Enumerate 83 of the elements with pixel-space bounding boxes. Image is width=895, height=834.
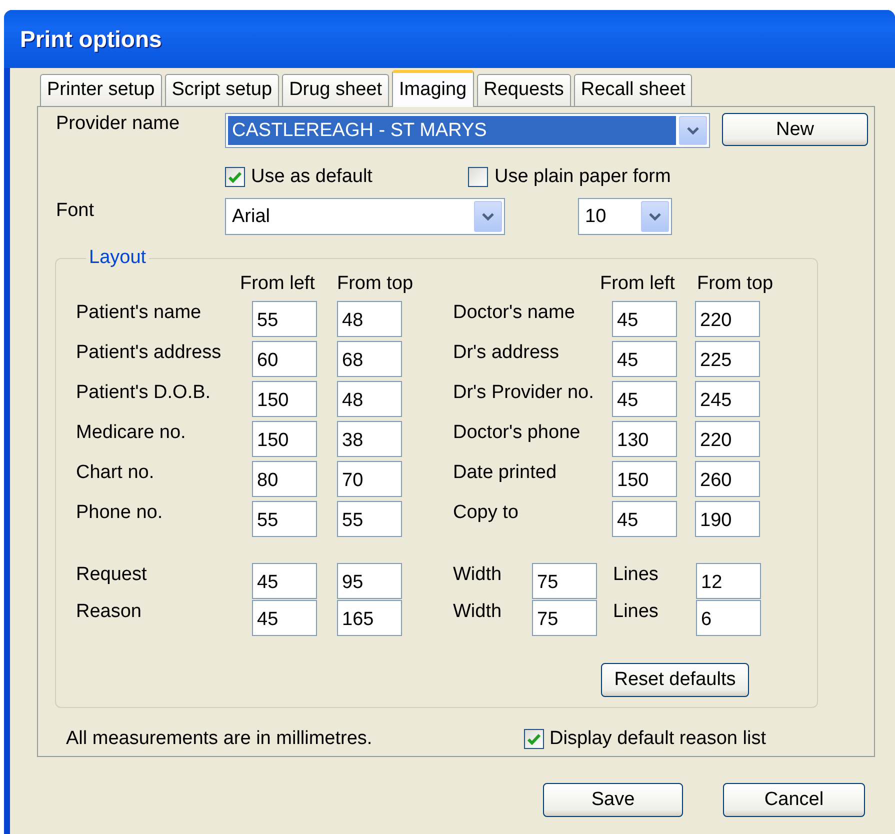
number-field[interactable]: 45 xyxy=(612,381,677,417)
number-field[interactable]: 150 xyxy=(252,421,317,457)
number-field[interactable]: 45 xyxy=(252,600,317,636)
field-label: Doctor's phone xyxy=(453,421,582,444)
field-label: Provider name xyxy=(56,113,181,135)
field-label: Doctor's name xyxy=(453,301,576,324)
number-field[interactable]: 75 xyxy=(532,563,597,599)
field-label: Width xyxy=(453,563,503,586)
number-field[interactable]: 45 xyxy=(612,301,677,337)
field-label: Request xyxy=(76,563,148,586)
number-field[interactable]: 55 xyxy=(337,501,402,537)
provider-dropdown[interactable]: CASTLEREAGH - ST MARYS xyxy=(225,113,710,148)
field-label: Reason xyxy=(76,600,142,623)
number-field[interactable]: 220 xyxy=(695,301,760,337)
tab[interactable]: Printer setup xyxy=(40,74,162,106)
reset-defaults-button[interactable]: Reset defaults xyxy=(601,663,749,697)
number-field[interactable]: 60 xyxy=(252,341,317,377)
checkbox-label: Use as default xyxy=(251,166,372,188)
check-icon xyxy=(526,732,540,746)
checkbox-label: Display default reason list xyxy=(550,728,766,750)
number-field[interactable]: 150 xyxy=(252,381,317,417)
note-text: All measurements are in millimetres. xyxy=(66,728,372,750)
field-label: Chart no. xyxy=(76,461,156,484)
column-header: From top xyxy=(337,273,414,296)
field-label: Dr's address xyxy=(453,341,560,364)
tab[interactable]: Script setup xyxy=(164,74,280,106)
chevron-down-icon xyxy=(686,126,700,136)
field-label: Date printed xyxy=(453,461,558,484)
save-button[interactable]: Save xyxy=(543,783,683,817)
number-field[interactable]: 165 xyxy=(337,600,402,636)
chevron-down-icon xyxy=(648,212,662,222)
number-field[interactable]: 225 xyxy=(695,341,760,377)
field-label: Width xyxy=(453,600,503,623)
column-header: From left xyxy=(240,273,316,296)
new-button[interactable]: New xyxy=(722,113,868,146)
tab[interactable]: Requests xyxy=(476,74,571,106)
field-label: Medicare no. xyxy=(76,421,187,444)
number-field[interactable]: 55 xyxy=(252,301,317,337)
field-label: Patient's name xyxy=(76,301,202,324)
number-field[interactable]: 12 xyxy=(696,563,761,599)
field-label: Patient's address xyxy=(76,341,222,364)
checkbox-label: Use plain paper form xyxy=(494,166,671,188)
font-dropdown[interactable]: Arial xyxy=(225,198,505,235)
checkbox[interactable] xyxy=(468,167,488,187)
check-icon xyxy=(228,170,242,184)
cancel-button[interactable]: Cancel xyxy=(723,783,865,817)
tab[interactable]: Imaging xyxy=(392,70,474,107)
number-field[interactable]: 55 xyxy=(252,501,317,537)
number-field[interactable]: 48 xyxy=(337,301,402,337)
column-header: From left xyxy=(600,273,676,296)
checkbox[interactable] xyxy=(524,729,544,749)
number-field[interactable]: 80 xyxy=(252,461,317,497)
window-title: Print options xyxy=(20,26,162,52)
number-field[interactable]: 245 xyxy=(695,381,760,417)
number-field[interactable]: 190 xyxy=(695,501,760,537)
number-field[interactable]: 220 xyxy=(695,421,760,457)
field-label: Lines xyxy=(613,600,660,623)
field-label: Copy to xyxy=(453,501,520,524)
number-field[interactable]: 45 xyxy=(252,563,317,599)
checkbox[interactable] xyxy=(225,167,245,187)
number-field[interactable]: 70 xyxy=(337,461,402,497)
number-field[interactable]: 6 xyxy=(696,600,761,636)
field-label: Patient's D.O.B. xyxy=(76,381,212,404)
group-title: Layout xyxy=(88,247,148,269)
number-field[interactable]: 38 xyxy=(337,421,402,457)
field-label: Lines xyxy=(613,563,660,586)
number-field[interactable]: 48 xyxy=(337,381,402,417)
number-field[interactable]: 45 xyxy=(612,501,677,537)
size-dropdown[interactable]: 10 xyxy=(578,198,672,235)
number-field[interactable]: 95 xyxy=(337,563,402,599)
number-field[interactable]: 75 xyxy=(532,600,597,636)
number-field[interactable]: 130 xyxy=(612,421,677,457)
field-label: Font xyxy=(56,199,96,222)
tab[interactable]: Drug sheet xyxy=(282,74,390,106)
field-label: Phone no. xyxy=(76,501,164,524)
number-field[interactable]: 260 xyxy=(695,461,760,497)
column-header: From top xyxy=(697,273,774,296)
number-field[interactable]: 150 xyxy=(612,461,677,497)
field-label: Dr's Provider no. xyxy=(453,381,595,404)
number-field[interactable]: 68 xyxy=(337,341,402,377)
chevron-down-icon xyxy=(481,212,495,222)
number-field[interactable]: 45 xyxy=(612,341,677,377)
tab[interactable]: Recall sheet xyxy=(574,74,692,106)
